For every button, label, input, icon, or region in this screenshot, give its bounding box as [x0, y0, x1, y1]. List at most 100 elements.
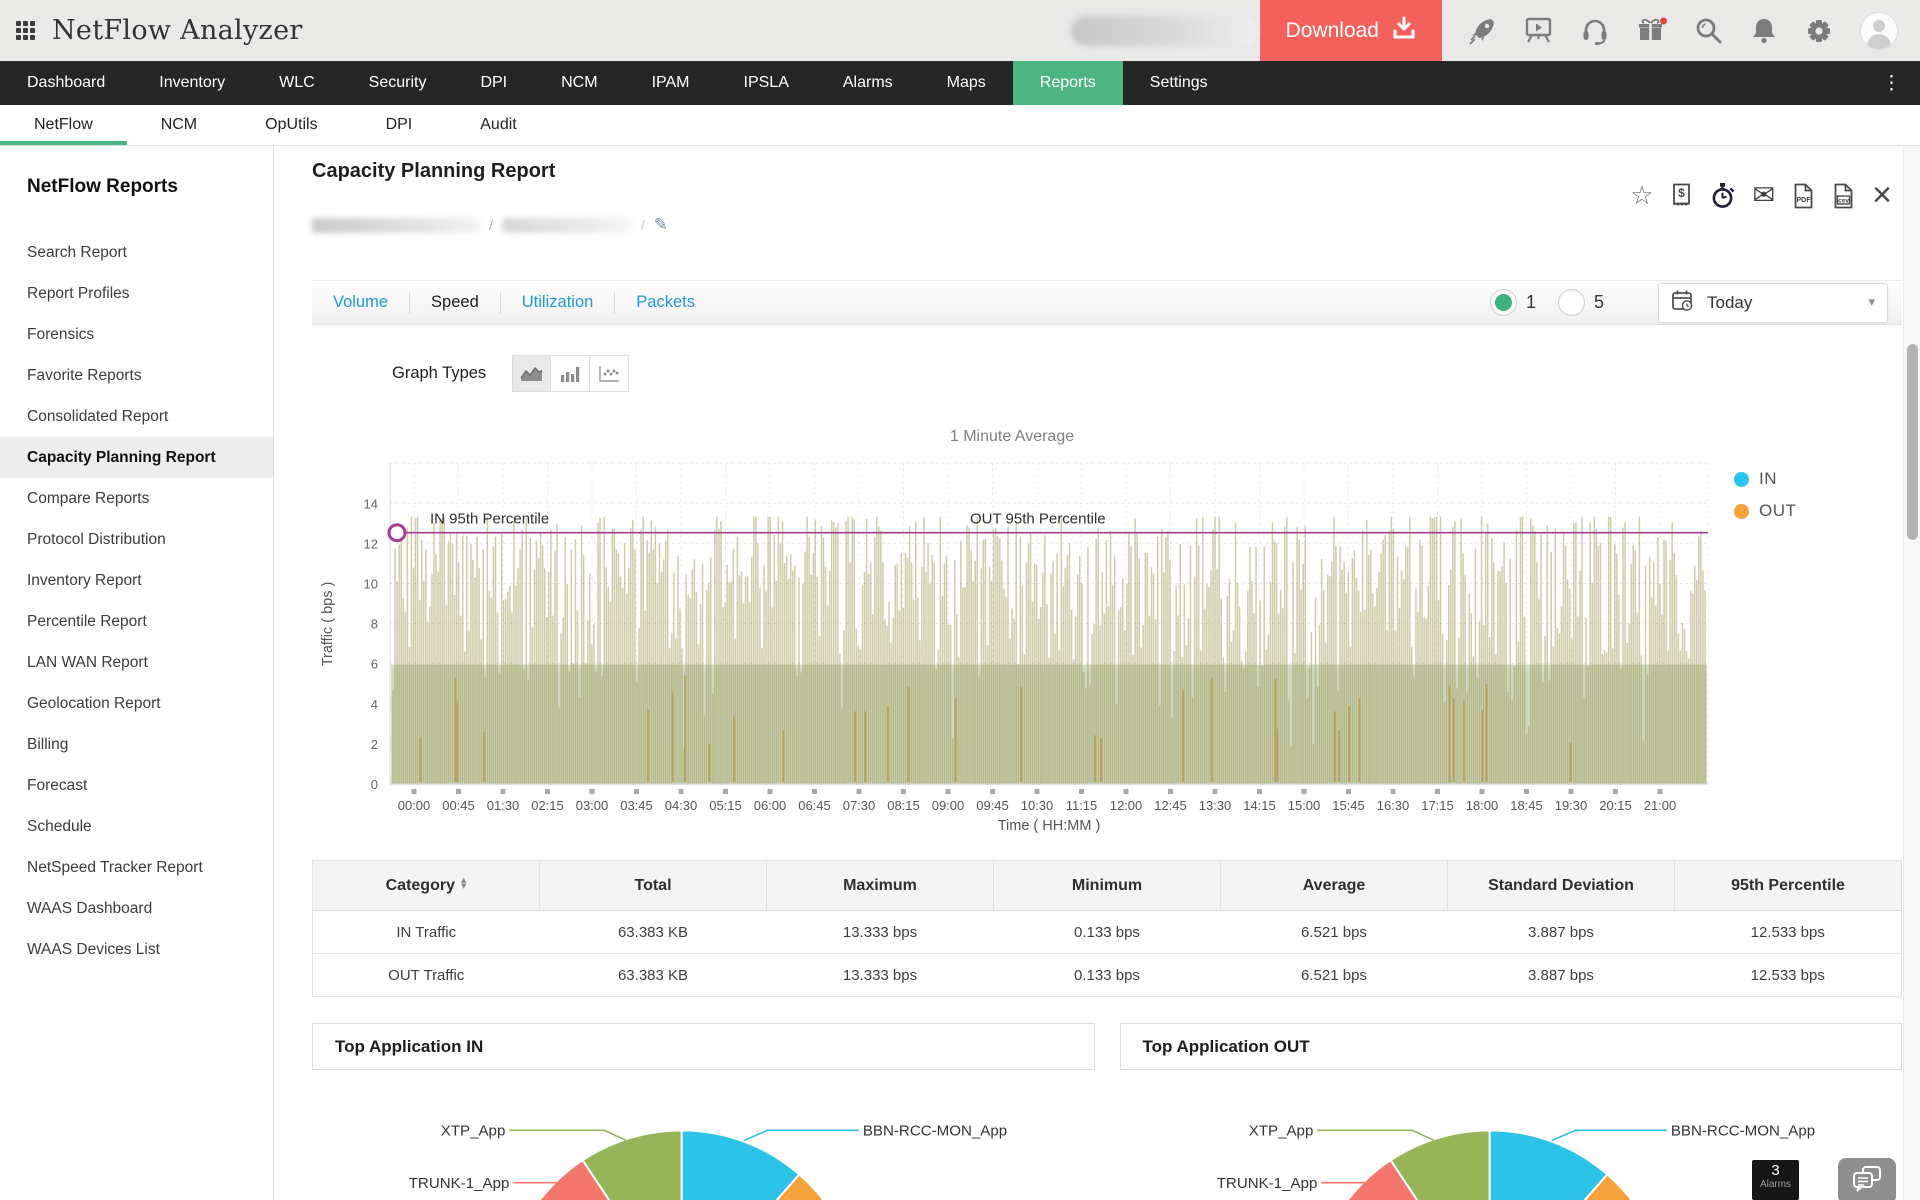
traffic-chart-section: 1 Minute Average IN 95th PercentileOUT 9…: [312, 428, 1902, 843]
scrollbar-thumb[interactable]: [1907, 344, 1918, 540]
chart-title: 1 Minute Average: [312, 428, 1712, 446]
nav-item-settings[interactable]: Settings: [1123, 61, 1235, 105]
user-avatar[interactable]: [1860, 12, 1898, 50]
graph-type-area-button[interactable]: [512, 355, 551, 392]
nav-item-reports[interactable]: Reports: [1013, 61, 1123, 105]
tab-volume[interactable]: Volume: [312, 293, 409, 312]
sidebar-item-percentile-report[interactable]: Percentile Report: [0, 601, 273, 642]
billing-invoice-icon[interactable]: $: [1671, 183, 1693, 209]
cell-average: 6.521 bps: [1221, 911, 1448, 954]
sidebar-item-capacity-planning-report[interactable]: Capacity Planning Report: [0, 437, 273, 478]
nav-item-dpi[interactable]: DPI: [453, 61, 534, 105]
subnav-item-netflow[interactable]: NetFlow: [0, 105, 127, 145]
nav-kebab-menu-icon[interactable]: ⋮: [1864, 61, 1920, 105]
rocket-icon[interactable]: [1468, 16, 1498, 46]
svg-text:20:15: 20:15: [1599, 798, 1632, 813]
svg-text:12:00: 12:00: [1110, 798, 1143, 813]
subnav-item-oputils[interactable]: OpUtils: [231, 105, 351, 145]
traffic-summary-table: Category▲▼TotalMaximumMinimumAverageStan…: [312, 860, 1902, 997]
nav-item-ncm[interactable]: NCM: [534, 61, 624, 105]
sidebar-item-schedule[interactable]: Schedule: [0, 806, 273, 847]
demo-video-icon[interactable]: [1524, 16, 1554, 46]
export-csv-icon[interactable]: csv: [1832, 183, 1855, 209]
breadcrumb-separator: /: [641, 217, 645, 233]
sidebar-item-lan-wan-report[interactable]: LAN WAN Report: [0, 642, 273, 683]
apps-grid-icon[interactable]: [16, 21, 35, 40]
alarms-badge[interactable]: 3 Alarms: [1752, 1160, 1799, 1200]
edit-pencil-icon[interactable]: ✎: [654, 215, 668, 235]
subnav-item-ncm[interactable]: NCM: [127, 105, 231, 145]
svg-text:IN 95th Percentile: IN 95th Percentile: [430, 511, 549, 528]
tab-utilization[interactable]: Utilization: [501, 293, 615, 312]
settings-gear-icon[interactable]: [1804, 16, 1834, 46]
whats-new-gift-icon[interactable]: [1636, 16, 1668, 46]
notifications-bell-icon[interactable]: [1750, 16, 1778, 46]
sidebar-item-inventory-report[interactable]: Inventory Report: [0, 560, 273, 601]
search-icon[interactable]: [1694, 16, 1724, 46]
interval-radio-5[interactable]: [1558, 289, 1585, 316]
legend-item-out[interactable]: OUT: [1734, 501, 1796, 521]
favorite-star-icon[interactable]: ☆: [1630, 183, 1653, 209]
alarm-count: 3: [1752, 1162, 1799, 1179]
schedule-timer-icon[interactable]: [1710, 182, 1736, 209]
module-subnav: NetFlowNCMOpUtilsDPIAudit: [0, 105, 1920, 146]
sidebar-item-netspeed-tracker-report[interactable]: NetSpeed Tracker Report: [0, 847, 273, 888]
breadcrumb: / / ✎: [312, 216, 1902, 234]
page-scrollbar: [1903, 146, 1920, 1200]
tab-packets[interactable]: Packets: [615, 293, 716, 312]
svg-text:00:00: 00:00: [398, 798, 431, 813]
nav-item-maps[interactable]: Maps: [920, 61, 1013, 105]
svg-text:$: $: [1678, 186, 1685, 200]
sidebar-item-consolidated-report[interactable]: Consolidated Report: [0, 396, 273, 437]
cell-standard_deviation: 3.887 bps: [1448, 911, 1675, 954]
svg-text:06:45: 06:45: [798, 798, 831, 813]
sidebar-item-report-profiles[interactable]: Report Profiles: [0, 273, 273, 314]
svg-text:00:45: 00:45: [442, 798, 475, 813]
export-pdf-icon[interactable]: PDF: [1792, 183, 1815, 209]
nav-item-alarms[interactable]: Alarms: [816, 61, 920, 105]
nav-item-ipam[interactable]: IPAM: [625, 61, 717, 105]
column-header-category[interactable]: Category▲▼: [313, 861, 540, 911]
nav-item-dashboard[interactable]: Dashboard: [0, 61, 132, 105]
svg-text:Traffic ( bps ): Traffic ( bps ): [320, 582, 336, 667]
legend-item-in[interactable]: IN: [1734, 469, 1796, 489]
cell-category: OUT Traffic: [313, 954, 540, 997]
sidebar-item-favorite-reports[interactable]: Favorite Reports: [0, 355, 273, 396]
cell-maximum: 13.333 bps: [767, 911, 994, 954]
sidebar-item-protocol-distribution[interactable]: Protocol Distribution: [0, 519, 273, 560]
sidebar-item-compare-reports[interactable]: Compare Reports: [0, 478, 273, 519]
subnav-item-audit[interactable]: Audit: [446, 105, 550, 145]
sidebar-item-search-report[interactable]: Search Report: [0, 232, 273, 273]
graph-type-scatter-button[interactable]: [590, 355, 629, 392]
nav-item-ipsla[interactable]: IPSLA: [717, 61, 816, 105]
cell-average: 6.521 bps: [1221, 954, 1448, 997]
sidebar-item-waas-devices-list[interactable]: WAAS Devices List: [0, 929, 273, 970]
support-headset-icon[interactable]: [1580, 16, 1610, 46]
subnav-item-dpi[interactable]: DPI: [352, 105, 447, 145]
sidebar-item-billing[interactable]: Billing: [0, 724, 273, 765]
legend-label: OUT: [1759, 501, 1796, 521]
nav-item-inventory[interactable]: Inventory: [132, 61, 252, 105]
svg-text:14:15: 14:15: [1243, 798, 1276, 813]
sort-icon[interactable]: ▲▼: [461, 877, 466, 889]
tab-speed[interactable]: Speed: [410, 293, 500, 312]
svg-text:09:45: 09:45: [976, 798, 1009, 813]
feedback-chat-button[interactable]: [1838, 1158, 1896, 1200]
report-content: Capacity Planning Report ☆ $ ✉ PDF csv ×: [274, 146, 1920, 1200]
time-period-dropdown[interactable]: Today ▾: [1658, 283, 1888, 323]
graph-type-bar-button[interactable]: [551, 355, 590, 392]
svg-text:TRUNK-1_App: TRUNK-1_App: [409, 1175, 510, 1192]
sidebar-item-forecast[interactable]: Forecast: [0, 765, 273, 806]
app-title: NetFlow Analyzer: [52, 15, 303, 46]
email-icon[interactable]: ✉: [1753, 182, 1776, 209]
sidebar-item-waas-dashboard[interactable]: WAAS Dashboard: [0, 888, 273, 929]
nav-item-security[interactable]: Security: [342, 61, 454, 105]
interval-radio-1[interactable]: [1490, 289, 1517, 316]
nav-item-wlc[interactable]: WLC: [252, 61, 342, 105]
sidebar-item-geolocation-report[interactable]: Geolocation Report: [0, 683, 273, 724]
svg-text:PDF: PDF: [1797, 197, 1812, 204]
svg-text:6: 6: [371, 657, 378, 672]
close-icon[interactable]: ×: [1872, 182, 1892, 209]
download-button[interactable]: Download: [1260, 0, 1442, 61]
sidebar-item-forensics[interactable]: Forensics: [0, 314, 273, 355]
